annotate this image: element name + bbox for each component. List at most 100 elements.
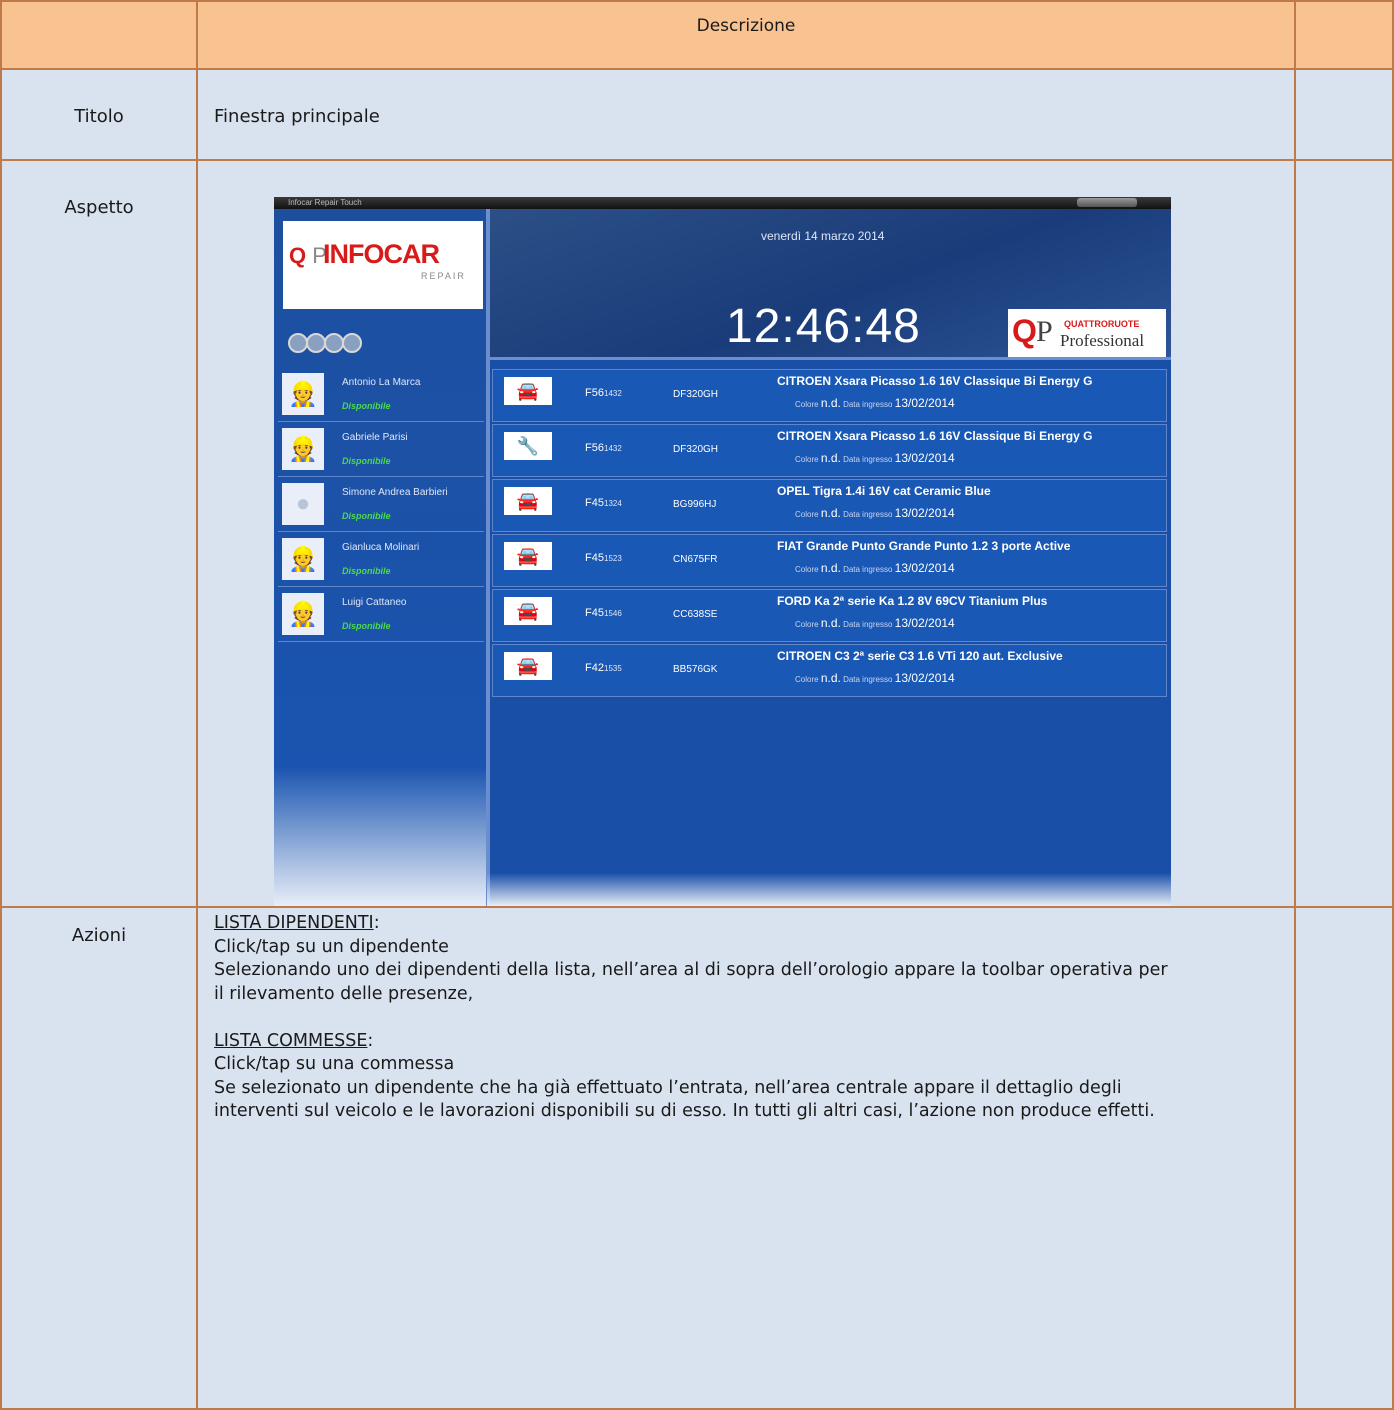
worker-icon: 👷 [282, 428, 324, 470]
employee-name: Antonio La Marca [342, 377, 421, 388]
tools-icon: 🔧 [504, 432, 552, 460]
logo2-line1: QUATTRORUOTE [1064, 319, 1140, 329]
order-code: F45 [585, 497, 604, 509]
employee-name: Luigi Cattaneo [342, 597, 407, 608]
order-meta: Colore n.d. Data ingresso 13/02/2014 [795, 561, 955, 575]
user-silhouette-icon: ● [282, 483, 324, 525]
clock-panel: venerdì 14 marzo 2014 12:46:48 QP QUATTR… [490, 209, 1171, 360]
employee-status: Disponibile [342, 456, 391, 466]
order-item[interactable]: 🚘 F56 1432 DF320GH CITROEN Xsara Picasso… [492, 369, 1167, 422]
employee-status: Disponibile [342, 401, 391, 411]
logo-sub: REPAIR [421, 271, 466, 281]
car-icon: 🚘 [504, 377, 552, 405]
bottom-fade [487, 873, 1171, 906]
orders-action: Click/tap su una commessa [214, 1054, 455, 1074]
order-code: F56 [585, 442, 604, 454]
worker-icon: 👷 [282, 593, 324, 635]
worker-icon: 👷 [282, 373, 324, 415]
car-icon: 🚘 [504, 597, 552, 625]
order-number: 1523 [604, 554, 622, 563]
quattroruote-logo: QP QUATTRORUOTE Professional [1008, 309, 1166, 357]
window-title: Infocar Repair Touch [288, 198, 362, 207]
order-plate: DF320GH [673, 444, 719, 455]
order-list: 🚘 F56 1432 DF320GH CITROEN Xsara Picasso… [492, 369, 1167, 699]
orders-desc-1: Se selezionato un dipendente che ha già … [214, 1077, 1122, 1098]
order-title: CITROEN Xsara Picasso 1.6 16V Classique … [777, 429, 1093, 443]
order-plate: BB576GK [673, 664, 718, 675]
order-number: 1324 [604, 499, 622, 508]
wheels-icon [288, 333, 368, 355]
order-code: F45 [585, 552, 604, 564]
actions-text: LISTA DIPENDENTI: Click/tap su un dipend… [198, 908, 1294, 1124]
order-plate: CC638SE [673, 609, 718, 620]
order-plate: BG996HJ [673, 499, 717, 510]
sidebar: Q P INFOCAR REPAIR 👷 Antonio La Marca Di… [274, 209, 490, 906]
order-title: FORD Ka 2ª serie Ka 1.2 8V 69CV Titanium… [777, 594, 1048, 608]
employee-item[interactable]: ● Simone Andrea Barbieri Disponibile [278, 477, 484, 532]
order-number: 1546 [604, 609, 622, 618]
employee-item[interactable]: 👷 Gianluca Molinari Disponibile [278, 532, 484, 587]
header-empty-cell [0, 0, 198, 70]
row-label-look: Aspetto [64, 197, 134, 218]
employees-action: Click/tap su un dipendente [214, 936, 449, 957]
order-title: CITROEN Xsara Picasso 1.6 16V Classique … [777, 374, 1093, 388]
order-item[interactable]: 🚘 F45 1546 CC638SE FORD Ka 2ª serie Ka 1… [492, 589, 1167, 642]
order-code: F42 [585, 662, 604, 674]
order-plate: DF320GH [673, 389, 719, 400]
row-label-actions: Azioni [71, 925, 127, 946]
order-code: F56 [585, 387, 604, 399]
qp-logo-icon: Q P [289, 243, 327, 268]
order-meta: Colore n.d. Data ingresso 13/02/2014 [795, 616, 955, 630]
order-title: CITROEN C3 2ª serie C3 1.6 VTi 120 aut. … [777, 649, 1063, 663]
app-screenshot: Infocar Repair Touch Q P INFOCAR REPAIR [274, 197, 1171, 906]
employee-status: Disponibile [342, 621, 391, 631]
car-icon: 🚘 [504, 652, 552, 680]
window-controls[interactable] [1077, 198, 1137, 207]
order-item[interactable]: 🚘 F45 1324 BG996HJ OPEL Tigra 1.4i 16V c… [492, 479, 1167, 532]
car-icon: 🚘 [504, 542, 552, 570]
order-number: 1432 [604, 444, 622, 453]
header-right-cell [1294, 0, 1394, 70]
order-title: OPEL Tigra 1.4i 16V cat Ceramic Blue [777, 484, 991, 498]
clock: 12:46:48 [726, 300, 921, 353]
orders-desc-2: interventi sul veicolo e le lavorazioni … [214, 1101, 1155, 1121]
order-item[interactable]: 🔧 F56 1432 DF320GH CITROEN Xsara Picasso… [492, 424, 1167, 477]
employees-desc-1: Selezionando uno dei dipendenti della li… [214, 960, 1168, 980]
employee-item[interactable]: 👷 Antonio La Marca Disponibile [278, 367, 484, 422]
current-date: venerdì 14 marzo 2014 [761, 229, 885, 243]
logo-brand: INFOCAR [323, 239, 440, 269]
order-meta: Colore n.d. Data ingresso 13/02/2014 [795, 506, 955, 520]
row-label-title: Titolo [74, 106, 124, 127]
employee-name: Simone Andrea Barbieri [342, 487, 448, 498]
infocar-logo: Q P INFOCAR REPAIR [283, 221, 483, 309]
employees-heading: LISTA DIPENDENTI: [214, 913, 380, 933]
order-item[interactable]: 🚘 F42 1535 BB576GK CITROEN C3 2ª serie C… [492, 644, 1167, 697]
order-plate: CN675FR [673, 554, 718, 565]
employee-name: Gabriele Parisi [342, 432, 408, 443]
employee-status: Disponibile [342, 566, 391, 576]
panel-divider [486, 209, 489, 906]
order-item[interactable]: 🚘 F45 1523 CN675FR FIAT Grande Punto Gra… [492, 534, 1167, 587]
order-code: F45 [585, 607, 604, 619]
employee-status: Disponibile [342, 511, 391, 521]
order-number: 1432 [604, 389, 622, 398]
spec-table: Descrizione Titolo Finestra principale A… [0, 0, 1394, 1410]
employees-desc-2: il rilevamento delle presenze, [214, 983, 474, 1004]
header-title: Descrizione [696, 16, 796, 36]
orders-heading: LISTA COMMESSE: [214, 1030, 374, 1051]
order-meta: Colore n.d. Data ingresso 13/02/2014 [795, 671, 955, 685]
logo2-line2: Professional [1060, 331, 1145, 350]
order-meta: Colore n.d. Data ingresso 13/02/2014 [795, 396, 955, 410]
car-icon: 🚘 [504, 487, 552, 515]
worker-icon: 👷 [282, 538, 324, 580]
employee-item[interactable]: 👷 Luigi Cattaneo Disponibile [278, 587, 484, 642]
window-titlebar: Infocar Repair Touch [274, 197, 1171, 209]
employee-list: 👷 Antonio La Marca Disponibile 👷 Gabriel… [278, 367, 484, 642]
employee-item[interactable]: 👷 Gabriele Parisi Disponibile [278, 422, 484, 477]
order-meta: Colore n.d. Data ingresso 13/02/2014 [795, 451, 955, 465]
header-title-cell: Descrizione [196, 0, 1296, 70]
employee-name: Gianluca Molinari [342, 542, 420, 553]
order-title: FIAT Grande Punto Grande Punto 1.2 3 por… [777, 539, 1071, 553]
title-value: Finestra principale [214, 106, 380, 127]
order-number: 1535 [604, 664, 622, 673]
